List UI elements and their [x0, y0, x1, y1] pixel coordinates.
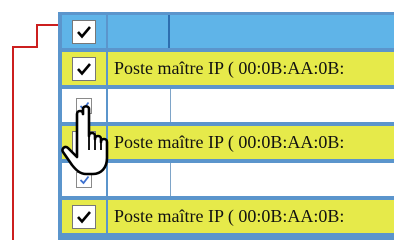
callout-bracket-mid [12, 46, 38, 48]
hand-pointer-icon [61, 105, 109, 176]
header-columns [108, 15, 394, 48]
channel-columns [108, 89, 394, 122]
host-row[interactable]: Poste maître IP ( 00:0B:AA:0B: [62, 200, 394, 233]
select-all-checkbox[interactable] [72, 19, 96, 44]
callout-bracket-top [36, 24, 58, 26]
select-all-cell [62, 15, 106, 48]
host-row[interactable]: Poste maître IP ( 00:0B:AA:0B: [62, 52, 394, 85]
checkmark-icon [77, 25, 91, 38]
callout-bracket-vertical-short [36, 24, 38, 47]
host-label: Poste maître IP ( 00:0B:AA:0B: [108, 126, 394, 159]
host-check-cell [62, 52, 106, 85]
host-checkbox[interactable] [72, 204, 96, 229]
channel-columns [108, 163, 394, 196]
host-label: Poste maître IP ( 00:0B:AA:0B: [108, 52, 394, 85]
callout-bracket-vertical-long [12, 46, 14, 240]
host-label: Poste maître IP ( 00:0B:AA:0B: [108, 200, 394, 233]
host-checkbox[interactable] [72, 56, 96, 81]
host-check-cell [62, 200, 106, 233]
table-header-row [62, 15, 394, 48]
checkmark-icon [77, 62, 91, 75]
checkmark-icon [77, 210, 91, 223]
